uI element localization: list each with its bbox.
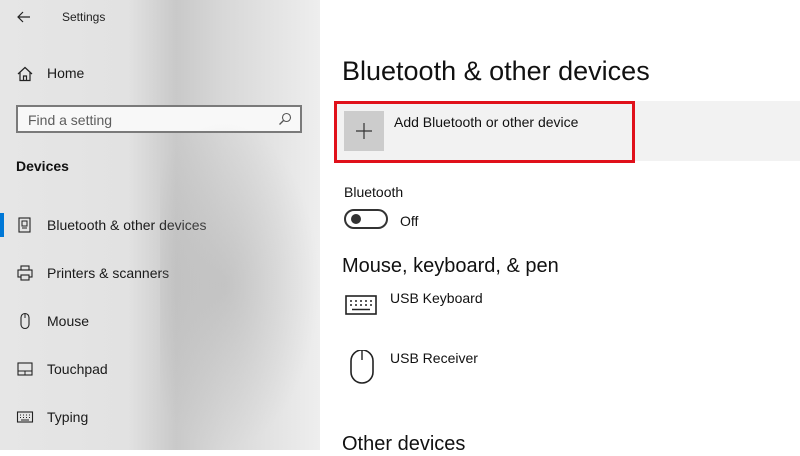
- back-arrow-icon: [17, 11, 30, 23]
- search-input[interactable]: [26, 110, 270, 130]
- toggle-knob: [351, 214, 361, 224]
- mouse-icon: [350, 350, 374, 384]
- bluetooth-toggle[interactable]: [344, 209, 388, 229]
- home-nav-item[interactable]: Home: [0, 58, 320, 88]
- device-label: USB Receiver: [390, 350, 478, 366]
- sidebar-item-label: Typing: [47, 409, 89, 425]
- home-label: Home: [47, 65, 85, 81]
- touchpad-icon: [17, 362, 33, 376]
- bluetooth-label: Bluetooth: [344, 184, 404, 200]
- add-device-label: Add Bluetooth or other device: [394, 114, 579, 130]
- sidebar-item-printers[interactable]: Printers & scanners: [0, 258, 320, 288]
- search-box[interactable]: [16, 105, 302, 133]
- page-title: Bluetooth & other devices: [342, 56, 650, 86]
- other-devices-heading: Other devices: [342, 433, 466, 455]
- bluetooth-state: Off: [400, 213, 419, 229]
- section-title: Devices: [16, 158, 69, 174]
- keyboard-icon: [16, 411, 34, 423]
- search-icon[interactable]: [278, 112, 292, 126]
- sidebar-item-typing[interactable]: Typing: [0, 402, 320, 432]
- keyboard-icon: [345, 295, 377, 315]
- device-usb-receiver[interactable]: USB Receiver: [342, 350, 782, 398]
- sidebar-item-label: Printers & scanners: [47, 265, 170, 281]
- sidebar-item-mouse[interactable]: Mouse: [0, 306, 320, 336]
- mouse-keyboard-pen-heading: Mouse, keyboard, & pen: [342, 255, 559, 277]
- sidebar-item-touchpad[interactable]: Touchpad: [0, 354, 320, 384]
- sidebar-item-label: Mouse: [47, 313, 90, 329]
- mouse-icon: [20, 312, 30, 330]
- plus-icon: [356, 123, 372, 139]
- back-button[interactable]: [10, 5, 38, 29]
- app-title: Settings: [62, 10, 106, 24]
- title-bar: Settings: [0, 0, 320, 34]
- sidebar: Settings Home Devices Bluetooth & other …: [0, 0, 320, 450]
- bluetooth-devices-icon: [18, 217, 31, 233]
- device-label: USB Keyboard: [390, 290, 483, 306]
- home-icon: [17, 66, 33, 82]
- sidebar-item-bluetooth[interactable]: Bluetooth & other devices: [0, 210, 320, 240]
- sidebar-item-label: Bluetooth & other devices: [47, 217, 207, 233]
- main-content: Bluetooth & other devices Add Bluetooth …: [320, 0, 800, 455]
- printer-icon: [17, 265, 33, 281]
- add-device-button[interactable]: Add Bluetooth or other device: [334, 101, 800, 161]
- add-tile: [344, 111, 384, 151]
- device-usb-keyboard[interactable]: USB Keyboard: [342, 290, 782, 338]
- sidebar-item-label: Touchpad: [47, 361, 108, 377]
